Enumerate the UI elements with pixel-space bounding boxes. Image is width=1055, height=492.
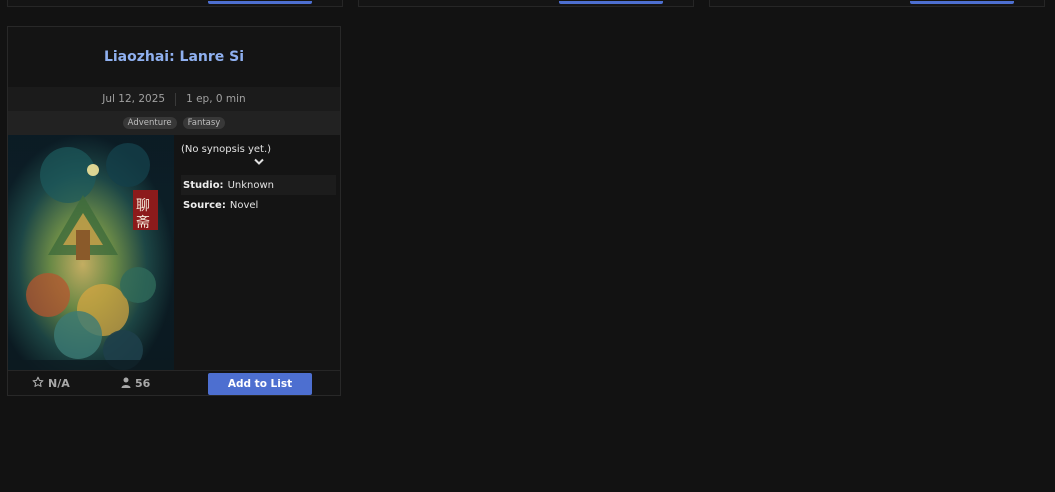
meta-row: Jul 12, 2025 1 ep, 0 min [8,87,340,111]
members: 56 [121,377,150,391]
score: N/A [32,376,70,391]
score-value: N/A [48,377,70,390]
meta-divider [175,92,177,106]
members-count: 56 [135,377,151,390]
synopsis-text: (No synopsis yet.) [181,144,272,155]
svg-text:聊: 聊 [136,198,150,214]
partial-card-2 [358,0,694,7]
add-to-list-button-partial[interactable] [208,1,312,4]
info-panel: (No synopsis yet.) Studio: Unknown Sourc… [174,135,340,370]
studio-row: Studio: Unknown [181,175,336,195]
source-row: Source: Novel [181,195,336,215]
poster-image[interactable]: 聊 斋 [8,135,174,370]
add-to-list-button-partial[interactable] [559,1,663,4]
svg-text:斋: 斋 [136,214,150,231]
air-date: Jul 12, 2025 [102,93,166,105]
partial-card-3 [709,0,1045,7]
card-footer: N/A 56 Add to List [8,370,340,396]
add-to-list-button[interactable]: Add to List [208,373,312,395]
add-to-list-button-partial[interactable] [910,1,1014,4]
card-body: 聊 斋 (No synopsis yet.) Studio: Unknown S… [8,135,340,370]
partial-card-1 [7,0,343,7]
source-value: Novel [229,199,259,211]
studio-label: Studio: [183,179,224,191]
episode-info: 1 ep, 0 min [186,93,246,105]
genre-row: Adventure Fantasy [8,111,340,135]
star-outline-icon [32,376,44,391]
studio-value[interactable]: Unknown [228,180,274,191]
user-icon [121,377,131,391]
genre-tag-fantasy[interactable]: Fantasy [182,117,226,129]
genre-tag-adventure[interactable]: Adventure [122,117,177,129]
source-label: Source: [183,199,226,211]
anime-title-link[interactable]: Liaozhai: Lanre Si [8,27,340,87]
expand-synopsis-button[interactable] [181,157,336,171]
anime-card: Liaozhai: Lanre Si Jul 12, 2025 1 ep, 0 … [7,26,341,396]
chevron-down-icon [253,158,265,170]
